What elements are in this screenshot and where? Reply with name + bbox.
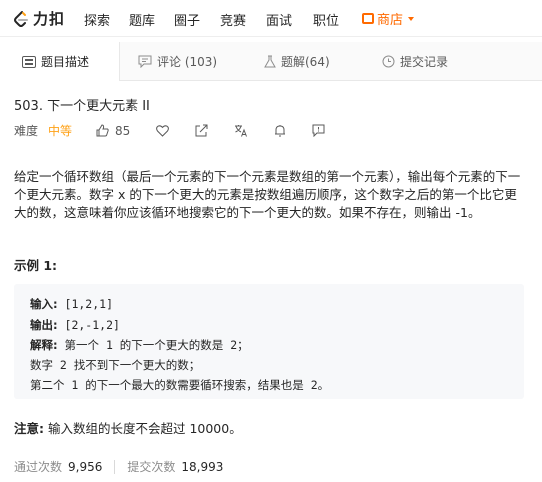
tab-comments-label: 评论 (103) — [157, 54, 218, 69]
tab-submissions-label: 提交记录 — [400, 54, 449, 69]
shop-icon — [362, 13, 374, 24]
submitted-label: 提交次数 — [127, 460, 176, 474]
stats-divider — [114, 459, 116, 474]
tab-solutions-label: 题解(64) — [281, 54, 330, 69]
thumbs-up-icon — [96, 124, 109, 137]
example-output-value: [2,-1,2] — [57, 318, 120, 332]
feedback-button[interactable] — [312, 124, 325, 137]
comment-icon — [138, 55, 152, 68]
nav-item-contest[interactable]: 竞赛 — [220, 10, 246, 29]
flask-icon — [264, 55, 276, 67]
difficulty-badge: 中等 — [48, 124, 73, 138]
example-explain-1: 第一个 1 的下一个更大的数是 2； — [57, 338, 249, 352]
problem-note: 注意: 输入数组的长度不会超过 10000。 — [14, 418, 242, 437]
example-explain-2: 数字 2 找不到下一个更大的数； — [30, 358, 201, 372]
tab-submissions[interactable]: 提交记录 — [382, 42, 448, 80]
example-input-line: 输入: [1,2,1] — [30, 296, 113, 312]
tab-description[interactable]: 题目描述 — [0, 42, 120, 81]
nav-item-interview[interactable]: 面试 — [266, 10, 292, 29]
example-input-label: 输入: — [30, 297, 58, 311]
note-text: 输入数组的长度不会超过 10000。 — [44, 421, 242, 436]
submitted-count: 18,993 — [181, 459, 224, 474]
nav-item-jobs[interactable]: 职位 — [313, 10, 339, 29]
tab-solutions[interactable]: 题解(64) — [264, 42, 330, 80]
example-title: 示例 1: — [14, 258, 58, 273]
leetcode-logo-icon — [14, 10, 28, 27]
example-output-line: 输出: [2,-1,2] — [30, 317, 120, 333]
translate-icon — [235, 125, 248, 137]
example-explain-line: 解释: 第一个 1 的下一个更大的数是 2； — [30, 337, 249, 353]
example-explain-3: 第二个 1 的下一个最大的数需要循环搜索，结果也是 2。 — [30, 378, 330, 392]
example-input-value: [1,2,1] — [57, 297, 113, 311]
logo-text: 力扣 — [33, 10, 66, 28]
tab-comments[interactable]: 评论 (103) — [138, 42, 217, 80]
nav-item-circle[interactable]: 圈子 — [174, 10, 200, 29]
accepted-count: 9,956 — [68, 459, 103, 474]
top-nav: 力扣 探索 题库 圈子 竞赛 面试 职位 商店 — [0, 0, 542, 37]
problem-meta: 难度 中等 85 — [14, 122, 325, 139]
notification-button[interactable] — [274, 124, 286, 137]
chevron-down-icon — [408, 16, 415, 21]
share-button[interactable] — [195, 124, 208, 137]
submission-stats: 通过次数 9,956 提交次数 18,993 — [14, 458, 223, 475]
problem-tabs: 题目描述 评论 (103) 题解(64) 提交记录 — [0, 42, 542, 81]
example-explain-label: 解释: — [30, 338, 58, 352]
note-label: 注意: — [14, 421, 44, 436]
problem-description: 给定一个循环数组（最后一个元素的下一个元素是数组的第一个元素），输出每个元素的下… — [14, 169, 521, 220]
nav-item-explore[interactable]: 探索 — [84, 10, 110, 29]
translate-button[interactable] — [234, 124, 248, 137]
document-icon — [22, 55, 36, 68]
shop-label: 商店 — [377, 13, 404, 28]
heart-icon — [156, 124, 170, 137]
accepted-label: 通过次数 — [14, 460, 63, 474]
like-button[interactable]: 85 — [96, 124, 130, 138]
problem-title: 503. 下一个更大元素 II — [14, 99, 150, 114]
nav-item-problemset[interactable]: 题库 — [129, 10, 155, 29]
likes-count: 85 — [115, 123, 131, 138]
logo[interactable]: 力扣 — [12, 8, 65, 29]
difficulty-label: 难度 — [14, 124, 39, 138]
share-icon — [195, 124, 208, 137]
favorite-button[interactable] — [156, 124, 170, 137]
example-block: 输入: [1,2,1] 输出: [2,-1,2] 解释: 第一个 1 的下一个更… — [14, 284, 524, 399]
shop-menu[interactable]: 商店 — [362, 9, 415, 28]
example-output-label: 输出: — [30, 318, 58, 332]
tab-description-label: 题目描述 — [41, 55, 90, 69]
clock-icon — [382, 55, 395, 67]
feedback-icon — [312, 124, 325, 137]
bell-icon — [275, 125, 286, 137]
